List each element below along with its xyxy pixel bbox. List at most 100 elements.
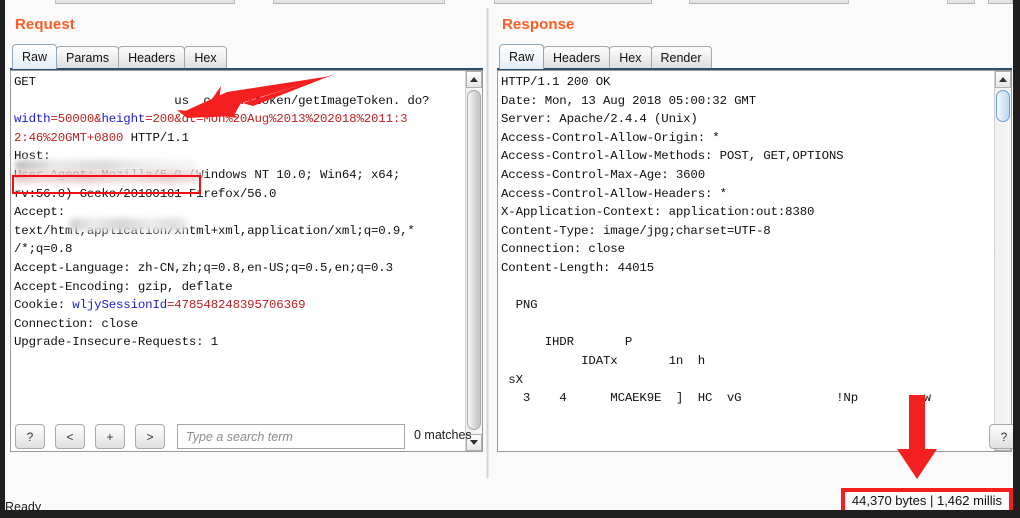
raw-line: sX <box>501 371 993 390</box>
raw-line: PNG <box>501 296 993 315</box>
raw-text-segment: 2:46%20GMT+0800 <box>14 131 123 145</box>
scrollbar-thumb[interactable] <box>467 90 481 430</box>
response-tab-hex-label: Hex <box>619 51 641 65</box>
raw-line: GET <box>14 73 464 92</box>
raw-line: Upgrade-Insecure-Requests: 1 <box>14 333 464 352</box>
response-tabbar: Raw Headers Hex Render <box>499 44 711 69</box>
raw-line: HTTP/1.1 200 OK <box>501 73 993 92</box>
request-tab-raw[interactable]: Raw <box>12 44 57 69</box>
request-tab-headers[interactable]: Headers <box>118 46 185 69</box>
raw-line: Cookie: wljySessionId=478548248395706369 <box>14 296 464 315</box>
response-panel: Response Raw Headers Hex Render HTTP/1.1… <box>492 8 1013 478</box>
request-next-button[interactable]: > <box>135 424 165 449</box>
request-tabbar: Raw Params Headers Hex <box>12 44 226 69</box>
request-tab-raw-label: Raw <box>22 50 47 64</box>
window-frame-bottom <box>0 510 1020 518</box>
raw-line: Connection: close <box>14 315 464 334</box>
request-search-input[interactable]: Type a search term <box>177 424 405 449</box>
response-raw-view[interactable]: HTTP/1.1 200 OKDate: Mon, 13 Aug 2018 05… <box>497 70 1012 452</box>
response-tab-render[interactable]: Render <box>651 46 712 69</box>
raw-line <box>501 315 993 334</box>
raw-line: Accept-Encoding: gzip, deflate <box>14 278 464 297</box>
raw-line: us center/token/getImageToken. do? <box>14 92 464 111</box>
window-frame-left <box>0 0 5 518</box>
response-tab-render-label: Render <box>661 51 702 65</box>
response-vertical-scrollbar[interactable] <box>994 71 1011 451</box>
raw-line: Access-Control-Allow-Methods: POST, GET,… <box>501 147 993 166</box>
request-tab-headers-label: Headers <box>128 51 175 65</box>
window-frame-right <box>1013 0 1020 518</box>
raw-text-segment: =478548248395706369 <box>167 298 305 312</box>
raw-line: Access-Control-Allow-Headers: * <box>501 185 993 204</box>
top-tab-stub[interactable] <box>988 0 1013 4</box>
raw-text-segment: Cookie: <box>14 298 72 312</box>
raw-line: /*;q=0.8 <box>14 240 464 259</box>
request-add-button[interactable]: + <box>95 424 125 449</box>
burp-suite-repeater-window: Request Raw Params Headers Hex GET us ce… <box>0 0 1020 518</box>
raw-line: IDATx 1n h <box>501 352 993 371</box>
raw-text-segment: height <box>101 112 145 126</box>
raw-text-segment: dt=Mon%20Aug%2013%202018%2011:3 <box>182 112 408 126</box>
request-tab-hex-label: Hex <box>194 51 216 65</box>
raw-text-segment: HTTP/1.1 <box>123 131 189 145</box>
raw-text-segment: =50000& <box>50 112 101 126</box>
response-tab-raw-label: Raw <box>509 50 534 64</box>
response-tab-hex[interactable]: Hex <box>609 46 651 69</box>
raw-text-segment: width <box>14 112 50 126</box>
request-vertical-scrollbar[interactable] <box>465 71 482 451</box>
request-prev-button[interactable]: < <box>55 424 85 449</box>
raw-line: Content-Type: image/jpg;charset=UTF-8 <box>501 222 993 241</box>
request-search-toolbar: ? < + > Type a search term 0 matches <box>10 424 488 452</box>
response-tab-headers-label: Headers <box>553 51 600 65</box>
panel-splitter[interactable] <box>483 8 492 478</box>
scroll-up-button[interactable] <box>995 71 1011 88</box>
request-search-placeholder: Type a search term <box>186 430 293 444</box>
request-tab-params-label: Params <box>66 51 109 65</box>
request-panel-title: Request <box>15 16 75 33</box>
request-add-button-label: + <box>106 430 113 444</box>
raw-line: Content-Length: 44015 <box>501 259 993 278</box>
raw-line: Date: Mon, 13 Aug 2018 05:00:32 GMT <box>501 92 993 111</box>
response-tab-headers[interactable]: Headers <box>543 46 610 69</box>
top-tab-stub[interactable] <box>689 0 849 4</box>
request-raw-text: GET us center/token/getImageToken. do?wi… <box>14 73 464 352</box>
request-tab-hex[interactable]: Hex <box>184 46 226 69</box>
request-tab-params[interactable]: Params <box>56 46 119 69</box>
raw-line: Server: Apache/2.4.4 (Unix) <box>501 110 993 129</box>
top-tab-strip <box>0 0 1013 8</box>
raw-line: width=50000&height=200&dt=Mon%20Aug%2013… <box>14 110 464 129</box>
request-panel: Request Raw Params Headers Hex GET us ce… <box>5 8 483 478</box>
raw-line: X-Application-Context: application:out:8… <box>501 203 993 222</box>
response-raw-text: HTTP/1.1 200 OKDate: Mon, 13 Aug 2018 05… <box>501 73 993 408</box>
top-tab-stub[interactable] <box>947 0 975 4</box>
raw-text-segment: =200& <box>145 112 181 126</box>
raw-text-segment: wljySessionId <box>72 298 167 312</box>
triangle-up-icon <box>470 77 478 82</box>
triangle-up-icon <box>999 77 1007 82</box>
response-tab-raw[interactable]: Raw <box>499 44 544 69</box>
request-help-button-label: ? <box>27 430 34 444</box>
request-prev-button-label: < <box>66 430 73 444</box>
redaction-block <box>15 160 197 171</box>
raw-line: Access-Control-Allow-Origin: * <box>501 129 993 148</box>
request-next-button-label: > <box>146 430 153 444</box>
raw-line: 2:46%20GMT+0800 HTTP/1.1 <box>14 129 464 148</box>
raw-line: IHDR P <box>501 333 993 352</box>
raw-line: 3 4 MCAEK9E ] HC vG !Np w ŭ <box>501 389 993 408</box>
raw-line: rv:56.0) Gecko/20100101 Firefox/56.0 <box>14 185 464 204</box>
splitter-grip <box>486 8 489 478</box>
raw-line: Connection: close <box>501 240 993 259</box>
request-help-button[interactable]: ? <box>15 424 45 449</box>
top-tab-stub[interactable] <box>273 0 445 4</box>
raw-line: Accept-Language: zh-CN,zh;q=0.8,en-US;q=… <box>14 259 464 278</box>
request-match-count: 0 matches <box>414 428 472 442</box>
request-raw-view[interactable]: GET us center/token/getImageToken. do?wi… <box>10 70 483 452</box>
redaction-block <box>69 218 189 231</box>
raw-line: Access-Control-Max-Age: 3600 <box>501 166 993 185</box>
scrollbar-thumb[interactable] <box>996 90 1010 122</box>
top-tab-stub[interactable] <box>494 0 652 4</box>
redaction-block <box>13 171 203 183</box>
raw-line <box>501 278 993 297</box>
scroll-up-button[interactable] <box>466 71 482 88</box>
top-tab-stub[interactable] <box>55 0 235 4</box>
